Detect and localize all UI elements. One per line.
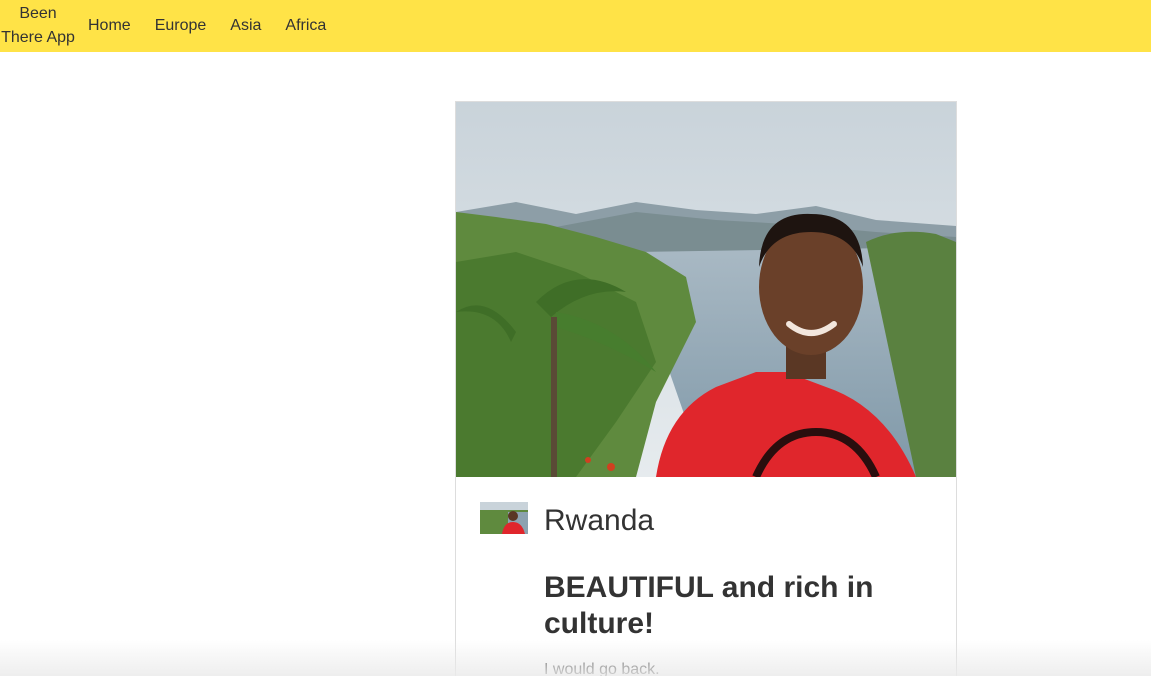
avatar-illustration: [480, 502, 528, 534]
brand-line-2: There App: [1, 29, 75, 46]
brand-link[interactable]: Been There App: [0, 2, 76, 50]
post-body: I would go back.: [544, 661, 660, 676]
nav-link-asia[interactable]: Asia: [230, 0, 261, 52]
brand-line-1: Been: [19, 5, 57, 22]
nav-link-africa[interactable]: Africa: [285, 0, 326, 52]
photo-illustration: [456, 102, 956, 477]
post-headline: BEAUTIFUL and rich in culture!: [544, 571, 874, 640]
post-title: Rwanda: [544, 504, 655, 537]
post-card: Rwanda BEAUTIFUL and rich in culture! I …: [455, 101, 957, 676]
author-avatar[interactable]: [480, 502, 528, 534]
post-photo: [456, 102, 956, 477]
navbar: Been There App Home Europe Asia Africa: [0, 0, 1151, 52]
nav-link-europe[interactable]: Europe: [155, 0, 207, 52]
nav-link-home[interactable]: Home: [88, 0, 131, 52]
